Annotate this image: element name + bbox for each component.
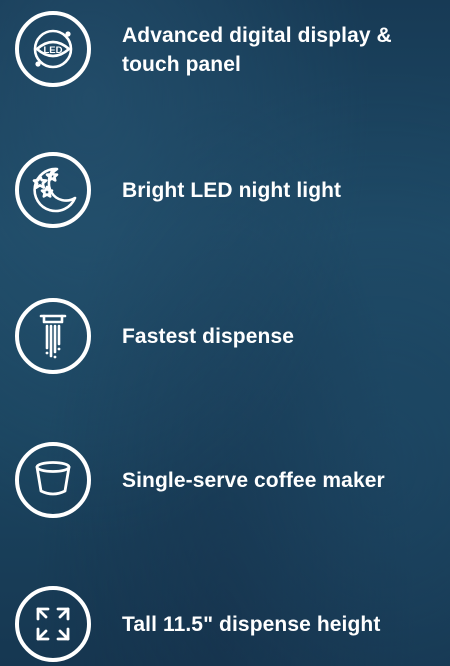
feature-label: Bright LED night light [122, 179, 342, 202]
feature-label: Advanced digital display & touch panel [122, 24, 392, 76]
feature-label: Fastest dispense [122, 325, 294, 348]
feature-item-dispense-height: Tall 11.5" dispense height [0, 586, 450, 666]
dispense-stream-icon [15, 298, 91, 374]
led-display-icon: LED [15, 11, 91, 87]
feature-item-single-serve: Single-serve coffee maker [0, 442, 450, 526]
feature-list: LED Advanced digital display & touch pan… [0, 0, 450, 666]
feature-item-night-light: Bright LED night light [0, 152, 450, 236]
feature-label: Tall 11.5" dispense height [122, 613, 381, 636]
feature-label: Single-serve coffee maker [122, 469, 385, 492]
feature-item-digital-display: LED Advanced digital display & touch pan… [0, 11, 450, 95]
feature-item-fastest-dispense: Fastest dispense [0, 298, 450, 382]
moon-stars-icon [15, 152, 91, 228]
coffee-pod-icon [15, 442, 91, 518]
expand-arrows-icon [15, 586, 91, 662]
svg-text:LED: LED [44, 45, 63, 56]
